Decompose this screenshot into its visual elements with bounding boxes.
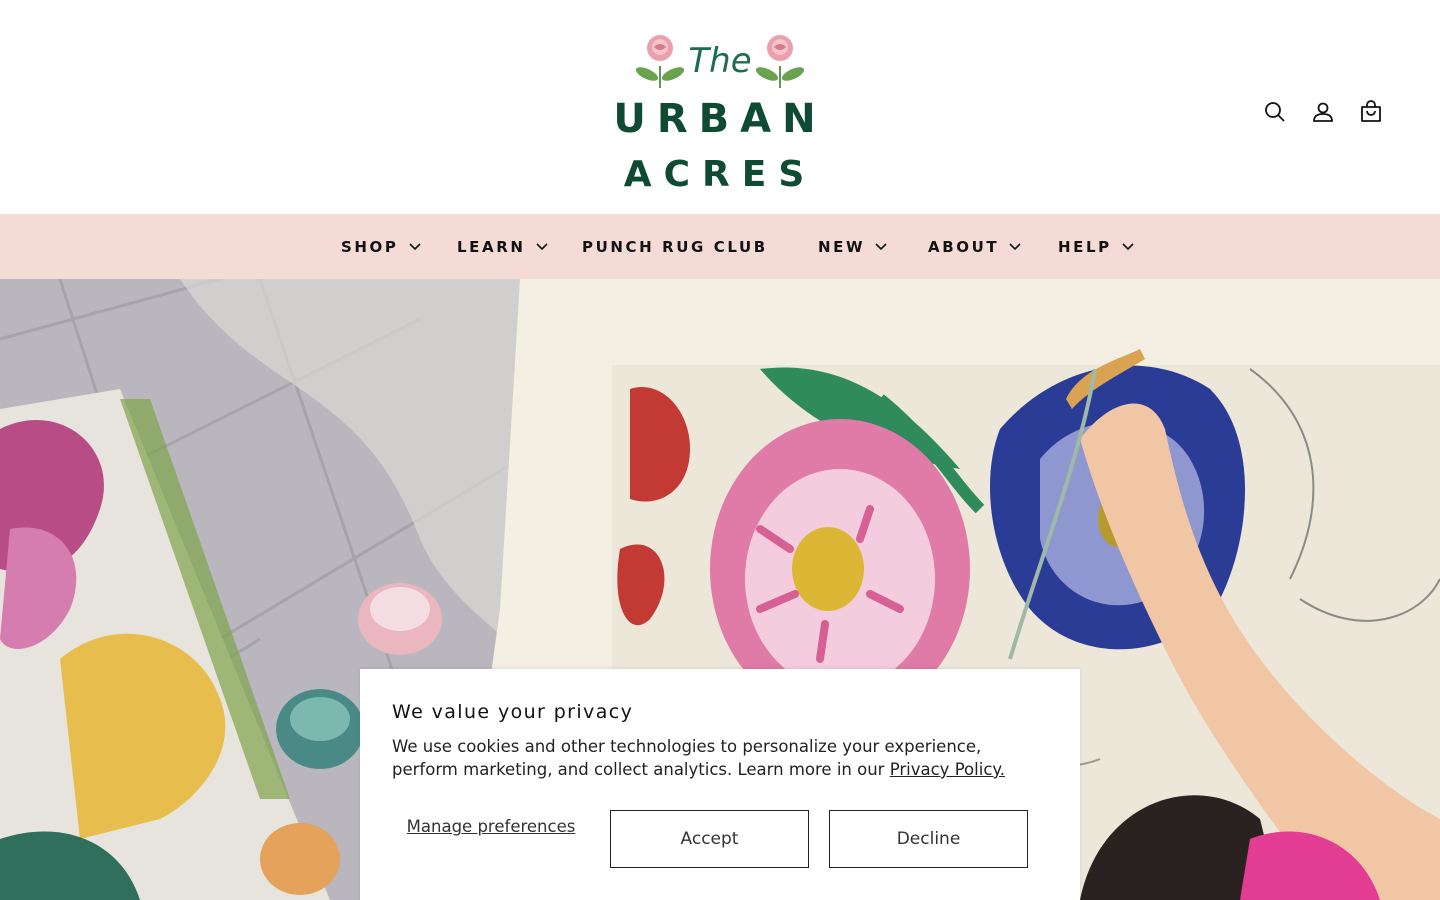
rose-right-icon (755, 35, 805, 88)
chevron-down-icon (1009, 241, 1021, 253)
site-header: The URBAN ACRES (0, 0, 1440, 214)
header-icons (1262, 96, 1384, 128)
logo-graphic: The URBAN ACRES (613, 35, 826, 195)
nav-label: NEW (818, 237, 866, 256)
site-logo[interactable]: The URBAN ACRES (600, 28, 840, 198)
privacy-policy-link[interactable]: Privacy Policy. (890, 760, 1005, 779)
nav-label: HELP (1058, 237, 1112, 256)
decline-button[interactable]: Decline (829, 810, 1028, 868)
nav-item-punch-rug-club[interactable]: PUNCH RUG CLUB (582, 214, 768, 279)
nav-item-about[interactable]: ABOUT (928, 214, 1021, 279)
nav-label: ABOUT (928, 237, 1000, 256)
chevron-down-icon (875, 241, 887, 253)
chevron-down-icon (535, 241, 548, 253)
chevron-down-icon (1122, 241, 1134, 253)
nav-label: LEARN (457, 237, 526, 256)
nav-item-shop[interactable]: SHOP (341, 214, 421, 279)
accept-button[interactable]: Accept (610, 810, 809, 868)
nav-item-learn[interactable]: LEARN (457, 214, 548, 279)
nav-label: PUNCH RUG CLUB (582, 237, 768, 256)
cookie-banner: We value your privacy We use cookies and… (360, 669, 1080, 900)
cookie-text: We use cookies and other technologies to… (392, 735, 1032, 781)
nav-item-help[interactable]: HELP (1058, 214, 1134, 279)
manage-preferences-link[interactable]: Manage preferences (392, 817, 590, 837)
chevron-down-icon (408, 241, 421, 253)
nav-label: SHOP (341, 237, 399, 256)
nav-item-new[interactable]: NEW (818, 214, 887, 279)
logo-the-text: The (688, 41, 751, 81)
cart-icon[interactable] (1358, 96, 1384, 128)
logo-urban-text: URBAN (613, 96, 826, 142)
rose-left-icon (635, 35, 685, 88)
account-icon[interactable] (1310, 96, 1336, 128)
cookie-actions: Manage preferences Accept Decline (392, 810, 1028, 868)
search-icon[interactable] (1262, 96, 1288, 128)
logo-acres-text: ACRES (624, 154, 817, 195)
cookie-title: We value your privacy (392, 701, 634, 723)
main-nav: SHOP LEARN PUNCH RUG CLUB NEW ABOUT HELP (0, 214, 1440, 279)
